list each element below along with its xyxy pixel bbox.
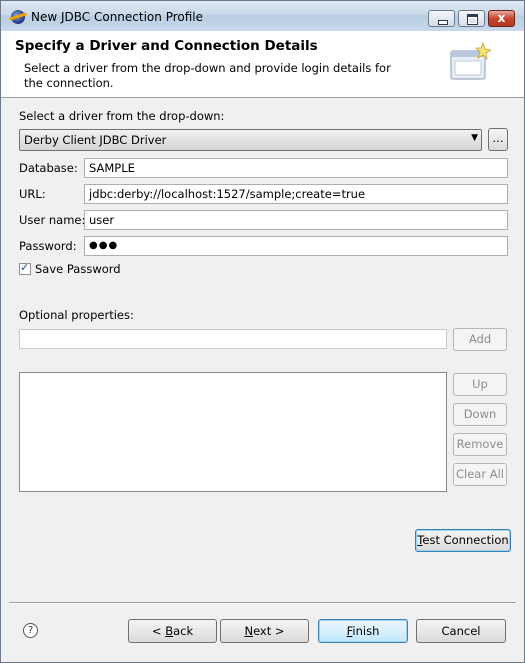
driver-label: Select a driver from the drop-down: xyxy=(19,109,225,123)
edit-driver-button[interactable]: ... xyxy=(488,128,508,151)
username-field[interactable]: user xyxy=(84,210,508,230)
driver-selected-value: Derby Client JDBC Driver xyxy=(24,133,167,147)
optional-properties-label: Optional properties: xyxy=(19,308,134,322)
dropdown-arrow-icon: ▼ xyxy=(471,133,478,143)
password-field[interactable]: ●●● xyxy=(84,236,508,256)
wizard-banner-icon xyxy=(450,41,491,80)
up-button[interactable]: Up xyxy=(453,373,507,396)
username-label: User name: xyxy=(19,213,86,227)
minimize-button[interactable] xyxy=(428,10,455,27)
down-button[interactable]: Down xyxy=(453,403,507,426)
optional-property-input[interactable] xyxy=(19,329,447,349)
maximize-button[interactable] xyxy=(458,10,485,27)
footer-separator xyxy=(9,602,516,604)
close-button[interactable]: x xyxy=(488,10,515,27)
close-icon: x xyxy=(497,11,506,25)
title-bar[interactable]: New JDBC Connection Profile x xyxy=(1,1,524,31)
finish-button[interactable]: Finish xyxy=(318,619,408,643)
database-label: Database: xyxy=(19,161,78,175)
properties-list[interactable] xyxy=(19,372,447,492)
password-label: Password: xyxy=(19,239,77,253)
wizard-banner: Specify a Driver and Connection Details … xyxy=(1,31,524,98)
back-button[interactable]: < Back xyxy=(128,619,217,643)
save-password-checkbox[interactable] xyxy=(19,261,31,275)
cancel-button[interactable]: Cancel xyxy=(416,619,506,643)
next-button[interactable]: Next > xyxy=(220,619,309,643)
next-label: ext > xyxy=(253,624,285,638)
page-description: Select a driver from the drop-down and p… xyxy=(24,61,391,90)
next-mnemonic: N xyxy=(244,624,254,638)
finish-label: inish xyxy=(352,624,380,638)
back-mnemonic: B xyxy=(165,624,174,638)
url-field[interactable]: jdbc:derby://localhost:1527/sample;creat… xyxy=(84,184,508,204)
remove-button[interactable]: Remove xyxy=(453,433,507,456)
database-field[interactable]: SAMPLE xyxy=(84,158,508,178)
help-icon[interactable]: ? xyxy=(23,623,38,638)
page-title: Specify a Driver and Connection Details xyxy=(15,38,318,54)
back-label: ack xyxy=(173,624,194,638)
eclipse-icon xyxy=(11,10,25,24)
window-title: New JDBC Connection Profile xyxy=(31,10,204,24)
url-label: URL: xyxy=(19,187,46,201)
dialog-window: New JDBC Connection Profile x Specify a … xyxy=(0,0,525,663)
driver-dropdown[interactable]: Derby Client JDBC Driver ▼ xyxy=(19,129,482,151)
back-prefix: < xyxy=(151,624,166,638)
add-button[interactable]: Add xyxy=(453,328,507,351)
save-password-label[interactable]: Save Password xyxy=(35,262,121,276)
test-connection-label: est Connection xyxy=(422,533,509,547)
clear-all-button[interactable]: Clear All xyxy=(453,463,507,486)
test-connection-button[interactable]: Test Connection xyxy=(415,529,511,552)
